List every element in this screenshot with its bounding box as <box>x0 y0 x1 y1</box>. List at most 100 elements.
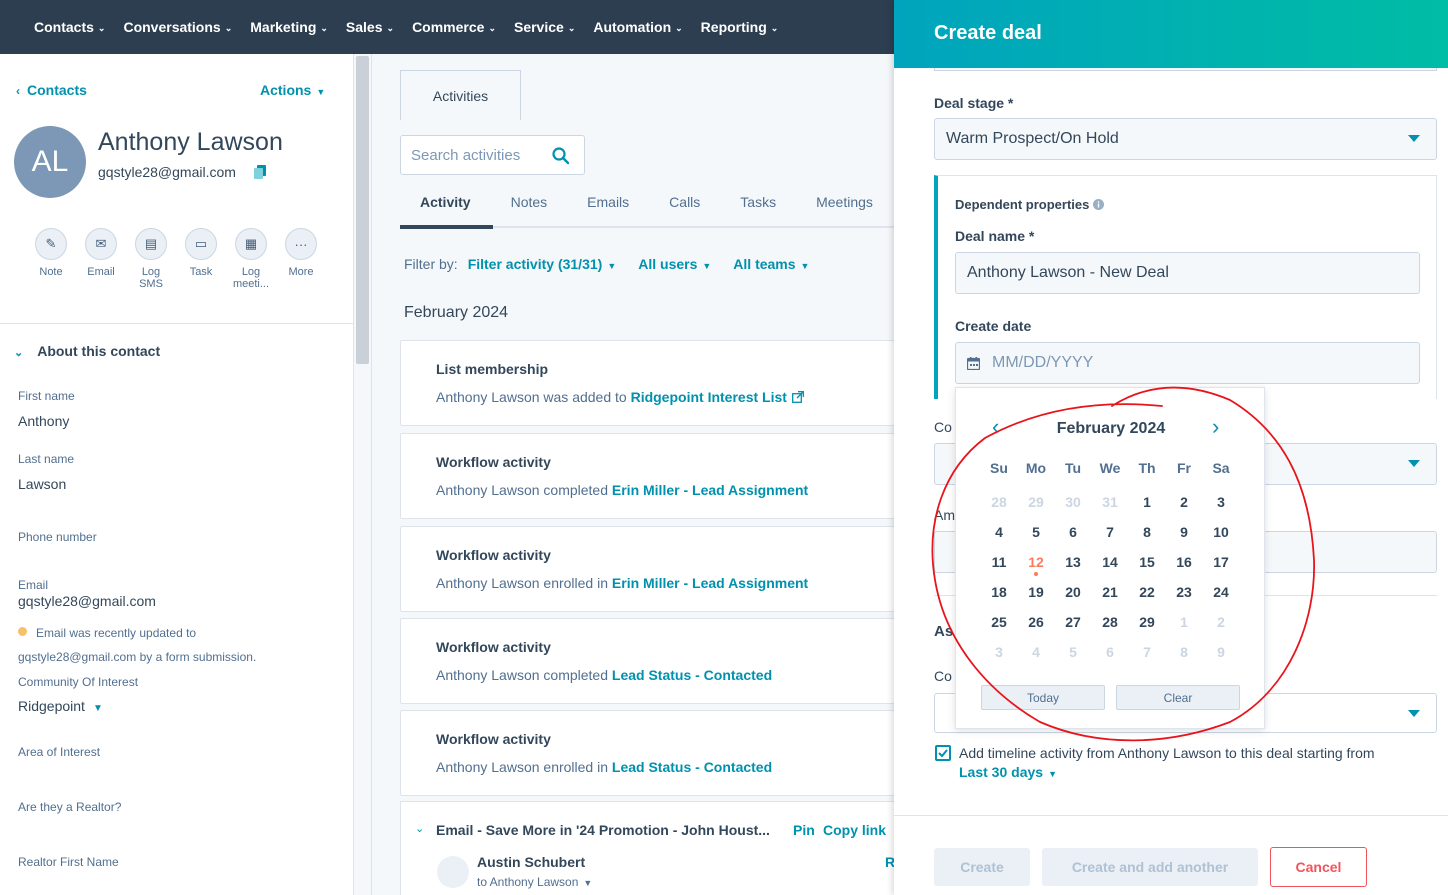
calendar-day[interactable]: 8 <box>1132 524 1162 540</box>
timeline-range-dropdown[interactable]: Last 30 days ▼ <box>959 764 1057 780</box>
activity-card[interactable]: List membership Anthony Lawson was added … <box>400 340 894 426</box>
calendar-day[interactable]: 21 <box>1095 584 1125 600</box>
activity-card[interactable]: Workflow activity Anthony Lawson complete… <box>400 618 894 704</box>
last-name-value[interactable]: Lawson <box>18 476 66 492</box>
quick-action-more[interactable]: ··· More <box>271 228 331 278</box>
chevron-down-icon[interactable]: ⌄ <box>415 822 424 835</box>
activity-link[interactable]: Erin Miller - Lead Assignment <box>612 575 808 591</box>
deal-stage-select[interactable]: Warm Prospect/On Hold <box>934 118 1437 160</box>
calendar-day[interactable]: 14 <box>1095 554 1125 570</box>
activity-card[interactable]: Workflow activity Anthony Lawson enrolled… <box>400 710 894 796</box>
nav-item-service[interactable]: Service ⌄ <box>514 19 575 35</box>
calendar-day[interactable]: 18 <box>984 584 1014 600</box>
calendar-day[interactable]: 28 <box>1095 614 1125 630</box>
calendar-day[interactable]: 3 <box>984 644 1014 660</box>
activity-card[interactable]: Workflow activity Anthony Lawson enrolled… <box>400 526 894 612</box>
calendar-day[interactable]: 1 <box>1169 614 1199 630</box>
email-value[interactable]: gqstyle28@gmail.com <box>18 593 156 609</box>
calendar-day[interactable]: 6 <box>1095 644 1125 660</box>
calendar-day[interactable]: 4 <box>1021 644 1051 660</box>
external-link-icon[interactable] <box>791 391 804 403</box>
calendar-day[interactable]: 7 <box>1095 524 1125 540</box>
envelope-icon[interactable]: ✉ <box>85 228 117 260</box>
task-icon[interactable]: ▭ <box>185 228 217 260</box>
nav-item-reporting[interactable]: Reporting ⌄ <box>701 19 779 35</box>
filter-activity-dropdown[interactable]: Filter activity (31/31) ▼ <box>468 256 617 272</box>
actions-dropdown[interactable]: Actions ▼ <box>260 82 325 98</box>
calendar-day[interactable]: 15 <box>1132 554 1162 570</box>
calendar-day[interactable]: 6 <box>1058 524 1088 540</box>
calendar-day[interactable]: 16 <box>1169 554 1199 570</box>
first-name-value[interactable]: Anthony <box>18 413 69 429</box>
calendar-day[interactable]: 8 <box>1169 644 1199 660</box>
filter-teams-dropdown[interactable]: All teams ▼ <box>733 256 809 272</box>
nav-item-marketing[interactable]: Marketing ⌄ <box>250 19 328 35</box>
truncated-link[interactable]: R <box>885 854 894 870</box>
nav-item-commerce[interactable]: Commerce ⌄ <box>412 19 496 35</box>
tab-meetings[interactable]: Meetings <box>796 194 893 230</box>
create-button[interactable]: Create <box>934 848 1030 886</box>
copy-link[interactable]: Copy link <box>823 822 886 838</box>
activity-link[interactable]: Lead Status - Contacted <box>612 759 772 775</box>
calendar-day[interactable]: 29 <box>1132 614 1162 630</box>
activity-link[interactable]: Lead Status - Contacted <box>612 667 772 683</box>
calendar-day[interactable]: 11 <box>984 554 1014 570</box>
calendar-day[interactable]: 24 <box>1206 584 1236 600</box>
calendar-day[interactable]: 10 <box>1206 524 1236 540</box>
create-and-add-another-button[interactable]: Create and add another <box>1042 848 1258 886</box>
info-icon[interactable] <box>1093 199 1104 210</box>
chevron-right-icon[interactable]: › <box>1212 416 1219 438</box>
calendar-day[interactable]: 28 <box>984 494 1014 510</box>
calendar-day[interactable]: 7 <box>1132 644 1162 660</box>
calendar-day[interactable]: 9 <box>1169 524 1199 540</box>
nav-item-contacts[interactable]: Contacts ⌄ <box>34 19 105 35</box>
edit-icon[interactable]: ✎ <box>35 228 67 260</box>
calendar-day[interactable]: 23 <box>1169 584 1199 600</box>
tab-tasks[interactable]: Tasks <box>720 194 796 230</box>
deal-name-input[interactable]: Anthony Lawson - New Deal <box>955 252 1420 294</box>
calendar-day[interactable]: 9 <box>1206 644 1236 660</box>
calendar-day[interactable]: 29 <box>1021 494 1051 510</box>
calendar-day[interactable]: 13 <box>1058 554 1088 570</box>
calendar-day[interactable]: 2 <box>1206 614 1236 630</box>
calendar-day[interactable]: 2 <box>1169 494 1199 510</box>
community-dropdown[interactable]: Ridgepoint ▼ <box>18 698 103 714</box>
calendar-day[interactable]: 3 <box>1206 494 1236 510</box>
calendar-day-today[interactable]: 12 <box>1021 554 1051 576</box>
back-to-contacts-link[interactable]: ‹ Contacts <box>16 82 87 98</box>
calendar-day[interactable]: 22 <box>1132 584 1162 600</box>
search-input[interactable]: Search activities <box>400 135 585 175</box>
calendar-day[interactable]: 4 <box>984 524 1014 540</box>
email-activity-card[interactable]: ⌄ Email - Save More in '24 Promotion - J… <box>400 801 894 895</box>
filter-users-dropdown[interactable]: All users ▼ <box>638 256 711 272</box>
clear-button[interactable]: Clear <box>1116 685 1240 710</box>
timeline-checkbox[interactable] <box>935 745 951 761</box>
nav-item-automation[interactable]: Automation ⌄ <box>593 19 682 35</box>
about-section-toggle[interactable]: ⌄ About this contact <box>14 343 160 359</box>
activity-link[interactable]: Erin Miller - Lead Assignment <box>612 482 808 498</box>
calendar-day[interactable]: 27 <box>1058 614 1088 630</box>
calendar-day[interactable]: 17 <box>1206 554 1236 570</box>
calendar-day[interactable]: 25 <box>984 614 1014 630</box>
tab-calls[interactable]: Calls <box>649 194 720 230</box>
nav-item-conversations[interactable]: Conversations ⌄ <box>123 19 232 35</box>
calendar-day[interactable]: 1 <box>1132 494 1162 510</box>
nav-item-sales[interactable]: Sales ⌄ <box>346 19 394 35</box>
copy-icon[interactable] <box>254 165 266 179</box>
calendar-icon[interactable]: ▦ <box>235 228 267 260</box>
calendar-day[interactable]: 5 <box>1021 524 1051 540</box>
today-button[interactable]: Today <box>981 685 1105 710</box>
calendar-day[interactable]: 5 <box>1058 644 1088 660</box>
cancel-button[interactable]: Cancel <box>1270 847 1367 887</box>
pin-link[interactable]: Pin <box>793 822 815 838</box>
calendar-day[interactable]: 31 <box>1095 494 1125 510</box>
tab-notes[interactable]: Notes <box>491 194 568 230</box>
calendar-day[interactable]: 30 <box>1058 494 1088 510</box>
calendar-day[interactable]: 19 <box>1021 584 1051 600</box>
search-icon[interactable] <box>552 147 570 165</box>
create-date-input[interactable]: MM/DD/YYYY <box>955 342 1420 384</box>
calendar-day[interactable]: 20 <box>1058 584 1088 600</box>
sidebar-scrollbar-thumb[interactable] <box>356 56 369 364</box>
tab-activities[interactable]: Activities <box>400 70 521 120</box>
sms-icon[interactable]: ▤ <box>135 228 167 260</box>
